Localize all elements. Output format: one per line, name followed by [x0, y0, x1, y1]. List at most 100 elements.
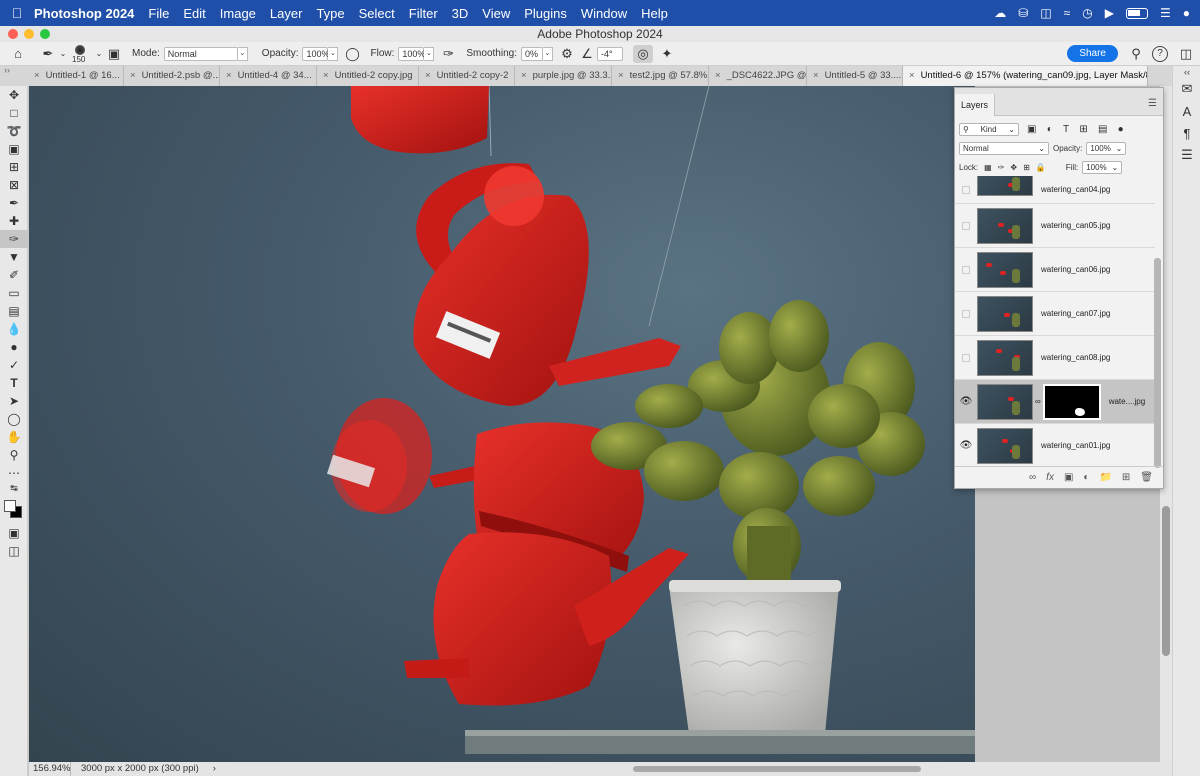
object-select-tool-icon[interactable]: ▣ [0, 140, 28, 158]
eye-icon[interactable]: 👁 [955, 396, 977, 407]
workspace-icon[interactable]: ◫ [1176, 45, 1196, 63]
eraser-tool-icon[interactable]: ▭ [0, 284, 28, 302]
blur-tool-icon[interactable]: 💧 [0, 320, 28, 338]
clone-stamp-tool-icon[interactable]: ▼ [0, 248, 28, 266]
tab-untitled-5[interactable]: × Untitled-5 @ 33.... [807, 66, 903, 86]
app-menu[interactable]: Photoshop 2024 [34, 6, 134, 21]
visibility-toggle[interactable] [955, 221, 977, 230]
more-tools-icon[interactable]: ⋯ [0, 464, 28, 482]
wifi-icon[interactable]: ≈ [1064, 6, 1071, 20]
panel-menu-icon[interactable]: ☰ [1148, 98, 1157, 109]
smart-object-filter-icon[interactable]: ▤ [1098, 124, 1107, 135]
eye-icon[interactable]: 👁 [955, 440, 977, 451]
eyedropper-tool-icon[interactable]: ✒ [0, 194, 28, 212]
layer-fill-field[interactable]: 100% ⌄ [1082, 161, 1123, 174]
menu-filter[interactable]: Filter [409, 6, 438, 21]
menu-view[interactable]: View [482, 6, 510, 21]
mode-dropdown[interactable]: Normal ⌄ [163, 46, 248, 61]
tab-untitled-6-active[interactable]: × Untitled-6 @ 157% (watering_can09.jpg, … [903, 66, 1148, 86]
layer-opacity-field[interactable]: 100% ⌄ [1086, 142, 1127, 155]
type-tool-icon[interactable]: T [0, 374, 28, 392]
close-tab-icon[interactable]: × [226, 70, 232, 81]
gear-icon[interactable]: ⚙ [557, 45, 577, 63]
close-tab-icon[interactable]: × [618, 70, 624, 81]
shape-filter-icon[interactable]: ⊞ [1079, 124, 1087, 135]
layer-row[interactable]: 👁 watering_can01.jpg [955, 424, 1155, 466]
creative-cloud-icon[interactable]: ☁ [994, 6, 1006, 20]
gradient-tool-icon[interactable]: ▤ [0, 302, 28, 320]
healing-brush-tool-icon[interactable]: ✚ [0, 212, 28, 230]
paragraph-panel-icon[interactable]: ¶ [1173, 122, 1200, 144]
visibility-toggle[interactable] [955, 353, 977, 362]
close-tab-icon[interactable]: × [521, 70, 527, 81]
foreground-color-swatch[interactable] [4, 500, 16, 512]
clock-icon[interactable]: ◷ [1082, 6, 1092, 20]
zoom-window-button[interactable] [40, 29, 50, 39]
blend-mode-dropdown[interactable]: Normal ⌄ [959, 142, 1049, 155]
opacity-field[interactable]: 100% ⌄ [302, 46, 339, 61]
lasso-tool-icon[interactable]: ➰ [0, 122, 28, 140]
adjustment-filter-icon[interactable]: ◐ [1047, 124, 1053, 135]
brush-size-picker[interactable]: 150 [68, 43, 94, 65]
path-select-tool-icon[interactable]: ➤ [0, 392, 28, 410]
collapse-toolbar-icon[interactable]: ›› [0, 66, 28, 86]
tab-untitled-1[interactable]: × Untitled-1 @ 16... [28, 66, 124, 86]
layers-tab[interactable]: Layers [955, 94, 995, 116]
type-filter-icon[interactable]: T [1063, 124, 1069, 135]
menu-plugins[interactable]: Plugins [524, 6, 567, 21]
close-tab-icon[interactable]: × [715, 70, 721, 81]
link-layers-icon[interactable]: ∞ [1029, 472, 1036, 483]
menu-file[interactable]: File [148, 6, 169, 21]
close-tab-icon[interactable]: × [130, 70, 136, 81]
layer-row[interactable]: watering_can04.jpg [955, 176, 1155, 204]
history-brush-tool-icon[interactable]: ✐ [0, 266, 28, 284]
smoothing-field[interactable]: 0% ⌄ [520, 46, 553, 61]
document-canvas[interactable] [29, 86, 975, 762]
pressure-size-icon[interactable]: ◎ [632, 44, 653, 63]
vertical-scroll-thumb[interactable] [1162, 506, 1170, 656]
new-layer-icon[interactable]: ⊞ [1122, 472, 1130, 483]
menu-3d[interactable]: 3D [452, 6, 469, 21]
layer-row[interactable]: watering_can08.jpg [955, 336, 1155, 380]
tab-untitled-2-copy[interactable]: × Untitled-2 copy.jpg [317, 66, 419, 86]
color-swatches[interactable] [0, 494, 28, 524]
stats-icon[interactable]: ◫ [1040, 6, 1051, 20]
airbrush-icon[interactable]: ✑ [438, 45, 458, 63]
siri-icon[interactable]: ● [1183, 6, 1190, 20]
dodge-tool-icon[interactable]: ● [0, 338, 28, 356]
link-icon[interactable]: ∞ [1035, 397, 1041, 406]
adjustment-layer-icon[interactable]: ◐ [1083, 472, 1089, 483]
layer-row-selected[interactable]: 👁 ∞ wate....jpg [955, 380, 1155, 424]
close-window-button[interactable] [8, 29, 18, 39]
pen-tool-icon[interactable]: ✓ [0, 356, 28, 374]
visibility-toggle[interactable] [955, 265, 977, 274]
layer-row[interactable]: watering_can07.jpg [955, 292, 1155, 336]
visibility-toggle[interactable] [955, 309, 977, 318]
zoom-tool-icon[interactable]: ⚲ [0, 446, 28, 464]
menu-window[interactable]: Window [581, 6, 627, 21]
pixel-filter-icon[interactable]: ▣ [1027, 124, 1036, 135]
character-panel-icon[interactable]: A [1173, 100, 1200, 122]
chevron-down-icon[interactable]: ⌄ [58, 45, 68, 63]
chevron-right-icon[interactable]: › [213, 762, 216, 776]
share-button[interactable]: Share [1067, 45, 1118, 62]
tab-untitled-2-copy-2[interactable]: × Untitled-2 copy-2 [419, 66, 515, 86]
lock-transparency-icon[interactable]: ▦ [984, 163, 992, 172]
frame-tool-icon[interactable]: ⊠ [0, 176, 28, 194]
filter-toggle-icon[interactable]: ● [1118, 124, 1124, 135]
fx-icon[interactable]: fx [1046, 472, 1054, 483]
visibility-toggle[interactable] [955, 185, 977, 194]
home-icon[interactable]: ⌂ [8, 45, 28, 63]
menu-layer[interactable]: Layer [270, 6, 303, 21]
shield-icon[interactable]: ⛁ [1018, 6, 1028, 20]
adjustments-icon[interactable]: ☰ [1173, 144, 1200, 166]
lock-artboard-icon[interactable]: ⊞ [1023, 163, 1030, 172]
menu-edit[interactable]: Edit [183, 6, 205, 21]
symmetry-icon[interactable]: ✦ [657, 45, 677, 63]
zoom-level[interactable]: 156.94% [29, 762, 71, 776]
menu-help[interactable]: Help [641, 6, 668, 21]
layer-row[interactable]: watering_can06.jpg [955, 248, 1155, 292]
layers-scrollbar[interactable] [1154, 258, 1161, 468]
pressure-opacity-icon[interactable]: ◯ [342, 45, 362, 63]
shape-tool-icon[interactable]: ◯ [0, 410, 28, 428]
